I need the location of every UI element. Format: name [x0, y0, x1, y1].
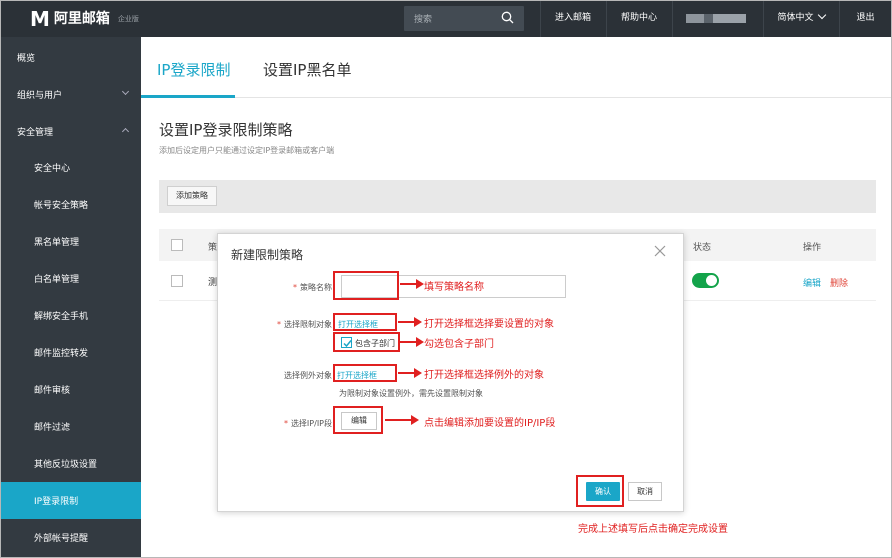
sidebar-item-label: 黑名单管理 [34, 238, 80, 248]
toolbar: 添加策略 [159, 180, 876, 213]
divider [672, 0, 673, 37]
sidebar-item-label: 安全中心 [34, 164, 71, 174]
sidebar-item-label: 白名单管理 [34, 275, 80, 285]
help-center-link[interactable]: 帮助中心 [606, 0, 672, 37]
sidebar-item-unbind-phone[interactable]: 解绑安全手机 [0, 297, 141, 334]
sidebar-item-blacklist[interactable]: 黑名单管理 [0, 223, 141, 260]
chevron-up-icon [121, 127, 130, 136]
column-header-action: 操作 [803, 243, 822, 253]
annotation-ip-note: 点击编辑添加要设置的IP/IP段 [424, 418, 556, 429]
tab-ip-blacklist[interactable]: 设置IP黑名单 [263, 59, 351, 80]
logo-text: 阿里邮箱 [53, 11, 110, 27]
sidebar-item-mail-filter[interactable]: 邮件过滤 [0, 408, 141, 445]
annotation-box-exclude [333, 364, 397, 382]
sidebar-item-label: 组织与用户 [17, 91, 63, 101]
row-delete-link[interactable]: 删除 [830, 276, 848, 289]
exclude-hint: 为限制对象设置例外，需先设置限制对象 [339, 389, 483, 398]
annotation-confirm-note: 完成上述填写后点击确定完成设置 [578, 524, 728, 535]
sidebar-item-label: 邮件审核 [34, 386, 71, 396]
top-bar: M 阿里邮箱 企业版 搜索 进入邮箱 帮助中心 简体中文 退出 [0, 0, 892, 37]
annotation-exclude-note: 打开选择框选择例外的对象 [424, 370, 544, 381]
language-label: 简体中文 [777, 13, 814, 23]
sidebar-item-account-policy[interactable]: 帐号安全策略 [0, 186, 141, 223]
active-tab-indicator [141, 95, 235, 98]
sidebar-item-label: 邮件监控转发 [34, 349, 89, 359]
annotation-arrow-icon [398, 368, 422, 378]
exclude-target-label: 选择例外对象 [284, 371, 332, 380]
select-all-checkbox[interactable] [171, 239, 183, 251]
logo-edition: 企业版 [117, 15, 139, 23]
sidebar-item-label: 概览 [17, 54, 36, 64]
sidebar-item-label: 解绑安全手机 [34, 312, 89, 322]
ip-range-label: * 选择IP/IP段 [283, 419, 332, 428]
tab-bar: IP登录限制 设置IP黑名单 [141, 37, 892, 98]
annotation-target-note: 打开选择框选择要设置的对象 [424, 319, 554, 330]
add-policy-button[interactable]: 添加策略 [167, 186, 217, 206]
column-header-status: 状态 [693, 243, 712, 253]
sidebar-item-label: 其他反垃圾设置 [34, 460, 98, 470]
search-input[interactable]: 搜索 [404, 6, 524, 31]
enter-mail-link[interactable]: 进入邮箱 [540, 0, 606, 37]
sidebar-item-mail-forward[interactable]: 邮件监控转发 [0, 334, 141, 371]
app-logo[interactable]: M 阿里邮箱 企业版 [30, 9, 139, 29]
page-title: 设置IP登录限制策略 [159, 121, 293, 139]
annotation-arrow-icon [398, 317, 422, 327]
annotation-box-name [333, 271, 399, 300]
annotation-box-target [333, 313, 397, 331]
sidebar-item-antispam[interactable]: 其他反垃圾设置 [0, 445, 141, 482]
toggle-knob [706, 275, 717, 286]
logout-link[interactable]: 退出 [839, 0, 892, 37]
sidebar-item-ip-limit[interactable]: IP登录限制 [0, 482, 141, 519]
cancel-button[interactable]: 取消 [628, 482, 662, 501]
chevron-down-icon [121, 87, 130, 96]
sidebar-item-label: 邮件过滤 [34, 423, 71, 433]
page-description: 添加后设定用户只能通过设定IP登录邮箱或客户端 [159, 146, 335, 155]
sidebar-item-mail-review[interactable]: 邮件审核 [0, 371, 141, 408]
logo-mark: M [30, 7, 50, 31]
tab-ip-limit[interactable]: IP登录限制 [157, 59, 230, 80]
annotation-arrow-icon [400, 337, 424, 347]
user-account-blurred[interactable] [686, 14, 746, 23]
row-edit-link[interactable]: 编辑 [803, 276, 821, 289]
sidebar-item-label: 外部帐号提醒 [34, 534, 89, 544]
sidebar-item-security-center[interactable]: 安全中心 [0, 149, 141, 186]
dialog-title: 新建限制策略 [231, 248, 304, 262]
sidebar-item-org-users[interactable]: 组织与用户 [0, 74, 141, 111]
sidebar-item-label: IP登录限制 [34, 497, 79, 507]
search-icon[interactable] [501, 11, 514, 24]
search-placeholder: 搜索 [414, 15, 433, 25]
sidebar-item-external-alert[interactable]: 外部帐号提醒 [0, 519, 141, 556]
restrict-target-label: * 选择限制对象 [277, 320, 332, 329]
column-header-name: 策 [208, 243, 218, 253]
sidebar-item-security[interactable]: 安全管理 [0, 111, 141, 149]
annotation-arrow-icon [385, 415, 419, 425]
policy-name-label: * 策略名称 [293, 283, 332, 292]
sidebar-item-label: 帐号安全策略 [34, 201, 89, 211]
sidebar-item-overview[interactable]: 概览 [0, 37, 141, 74]
sidebar-item-label: 安全管理 [17, 128, 54, 138]
sidebar: 概览 组织与用户 安全管理 安全中心 帐号安全策略 黑名单管理 白名单管理 解绑… [0, 37, 141, 558]
annotation-name-note: 填写策略名称 [424, 282, 484, 293]
close-icon[interactable] [653, 244, 667, 258]
annotation-box-ip [333, 406, 383, 434]
status-toggle[interactable] [692, 273, 719, 288]
language-selector[interactable]: 简体中文 [763, 0, 839, 37]
annotation-box-include [333, 332, 400, 352]
row-checkbox[interactable] [171, 275, 183, 287]
row-policy-name: 测 [208, 278, 218, 288]
sidebar-item-whitelist[interactable]: 白名单管理 [0, 260, 141, 297]
chevron-down-icon [817, 10, 826, 20]
annotation-include-note: 勾选包含子部门 [424, 339, 494, 350]
annotation-arrow-icon [400, 279, 424, 289]
annotation-box-confirm [576, 475, 624, 507]
